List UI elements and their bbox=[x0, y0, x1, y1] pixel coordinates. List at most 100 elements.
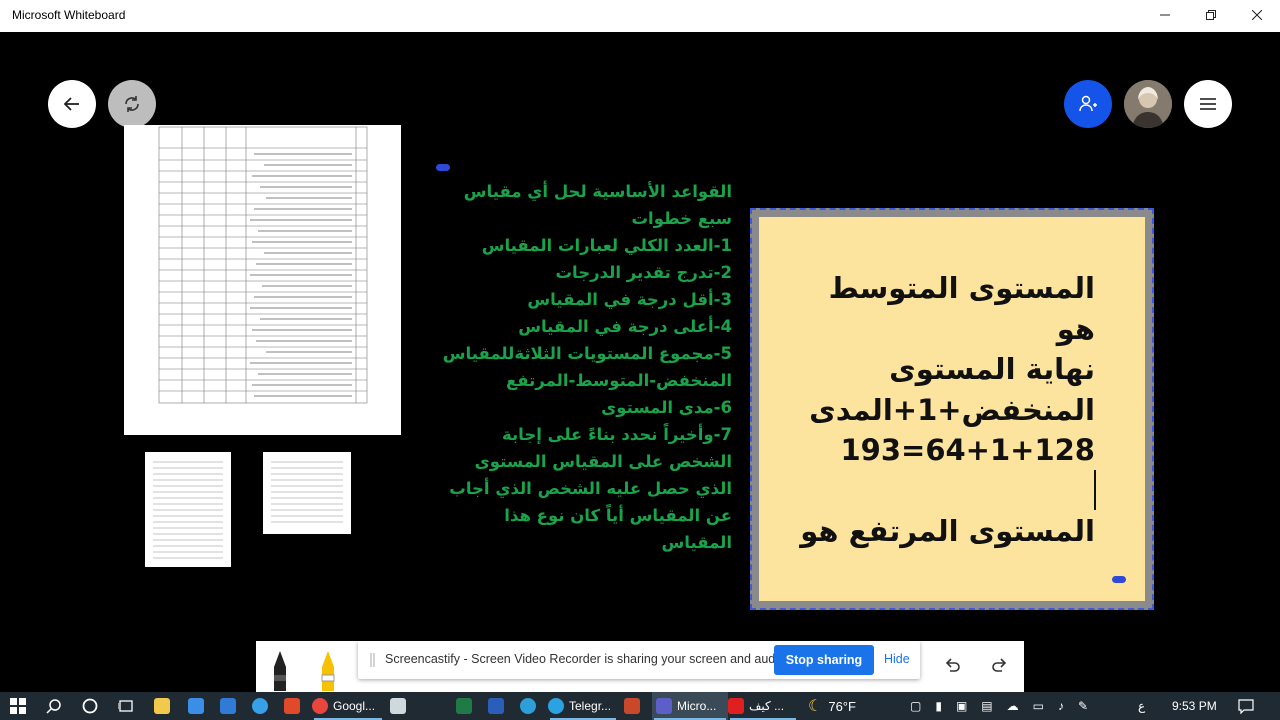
moon-icon: ☾ bbox=[808, 698, 823, 715]
taskbar-item-whiteboard[interactable]: Micro... bbox=[652, 692, 728, 720]
screen-sharing-bar: Screencastify - Screen Video Recorder is… bbox=[358, 641, 920, 679]
restore-icon bbox=[1206, 10, 1216, 20]
chrome-icon bbox=[312, 698, 328, 714]
green-line: 7-وأخيراً نحدد بناءً على إجابة bbox=[501, 425, 732, 444]
task-view-button[interactable] bbox=[118, 692, 134, 720]
note-line: المستوى المتوسط bbox=[828, 271, 1095, 305]
taskbar-item-pdf[interactable]: كيف ... bbox=[728, 692, 798, 720]
sync-icon bbox=[125, 96, 139, 112]
green-line: الشخص على المقياس المستوى bbox=[474, 452, 732, 471]
cortana-button[interactable] bbox=[82, 692, 98, 720]
green-line: 5-مجموع المستويات الثلاثةللمقياس bbox=[442, 344, 732, 363]
word-button[interactable] bbox=[488, 692, 509, 720]
green-line: سبع خطوات bbox=[631, 209, 732, 228]
excel-button[interactable] bbox=[456, 692, 477, 720]
sharing-message: Screencastify - Screen Video Recorder is… bbox=[385, 652, 789, 666]
app-button[interactable] bbox=[390, 692, 411, 720]
start-button[interactable] bbox=[10, 692, 26, 720]
powerpoint-icon bbox=[624, 698, 640, 714]
arrow-left-icon bbox=[63, 97, 79, 111]
taskbar-item-chrome[interactable]: Googl... bbox=[312, 692, 384, 720]
folder-icon bbox=[154, 698, 170, 714]
user-avatar[interactable] bbox=[1124, 80, 1172, 128]
back-button[interactable] bbox=[48, 80, 96, 128]
sync-button[interactable] bbox=[108, 80, 156, 128]
network-icon: ▭ bbox=[1032, 699, 1044, 713]
minimize-button[interactable] bbox=[1142, 0, 1188, 32]
hide-button[interactable]: Hide bbox=[884, 652, 910, 666]
taskbar-label: Telegr... bbox=[569, 699, 612, 713]
browser-button[interactable] bbox=[252, 692, 273, 720]
tray-icon: ▣ bbox=[955, 699, 968, 713]
language-indicator[interactable]: ع bbox=[1138, 692, 1145, 720]
telegram-icon bbox=[548, 698, 564, 714]
green-line: 1-العدد الكلي لعبارات المقياس bbox=[481, 236, 732, 255]
green-line: الذي حصل عليه الشخص الذي أجاب bbox=[449, 479, 732, 498]
drag-handle-icon[interactable] bbox=[370, 653, 376, 667]
tray-icon: ▢ bbox=[910, 699, 922, 713]
clock-time: 9:53 PM bbox=[1172, 699, 1217, 713]
office-button[interactable] bbox=[284, 692, 305, 720]
title-bar: Microsoft Whiteboard bbox=[0, 0, 1280, 32]
powerpoint-button[interactable] bbox=[624, 692, 645, 720]
note-line bbox=[775, 471, 1095, 511]
office-icon bbox=[284, 698, 300, 714]
pen-tray-icon: ✎ bbox=[1077, 699, 1089, 713]
close-button[interactable] bbox=[1234, 0, 1280, 32]
weather-temp: 76°F bbox=[828, 698, 856, 714]
pen-icon[interactable] bbox=[268, 649, 292, 691]
mail-icon bbox=[220, 698, 236, 714]
avatar-icon bbox=[1124, 80, 1172, 128]
cortana-icon bbox=[82, 698, 98, 714]
browser-icon bbox=[252, 698, 268, 714]
green-text-block[interactable]: القواعد الأساسية لحل أي مقياس سبع خطوات … bbox=[432, 178, 732, 556]
note-line: المستوى المرتفع هو bbox=[800, 513, 1095, 548]
language-label: ع bbox=[1138, 699, 1146, 713]
menu-button[interactable] bbox=[1184, 80, 1232, 128]
green-line: عن المقياس أياً كان نوع هذا bbox=[504, 506, 732, 525]
redo-icon[interactable] bbox=[990, 655, 1010, 675]
tray-icon: ▮ bbox=[935, 699, 942, 713]
store-button[interactable] bbox=[188, 692, 209, 720]
questionnaire-page-image[interactable] bbox=[124, 125, 401, 435]
edge-icon bbox=[520, 698, 536, 714]
page-thumbnail-1[interactable] bbox=[145, 452, 231, 567]
note-line: 193=64+1+128 bbox=[840, 433, 1095, 468]
resize-handle[interactable] bbox=[1112, 576, 1126, 583]
green-line: 6-مدى المستوى bbox=[601, 398, 732, 417]
page-thumbnail-2[interactable] bbox=[263, 452, 351, 534]
weather-widget[interactable]: ☾ 76°F bbox=[808, 692, 856, 720]
taskbar-label: كيف ... bbox=[749, 699, 785, 713]
highlighter-icon[interactable] bbox=[316, 649, 340, 691]
tray-icons[interactable]: ▢ ▮ ▣ ▤ ☁ ▭ ♪ ✎ bbox=[910, 692, 1102, 720]
close-icon bbox=[1251, 9, 1263, 21]
thumbnail-image bbox=[153, 461, 223, 559]
taskbar-item-telegram[interactable]: Telegr... bbox=[548, 692, 618, 720]
tray-icon: ▤ bbox=[981, 699, 993, 713]
taskbar-label: Micro... bbox=[677, 699, 717, 713]
undo-icon[interactable] bbox=[942, 655, 962, 675]
green-line: المقياس bbox=[661, 533, 733, 552]
stop-sharing-button[interactable]: Stop sharing bbox=[774, 645, 874, 675]
hamburger-menu-icon bbox=[1200, 98, 1216, 110]
clock[interactable]: 9:53 PM bbox=[1172, 692, 1217, 720]
edge-button[interactable] bbox=[520, 692, 541, 720]
mail-button[interactable] bbox=[220, 692, 241, 720]
selection-handle[interactable] bbox=[436, 164, 450, 171]
windows-taskbar: Googl... Telegr... Micro... كيف ... ☾ 76… bbox=[0, 692, 1280, 720]
file-explorer-button[interactable] bbox=[154, 692, 175, 720]
note-line: المنخفض+1+المدى bbox=[809, 392, 1095, 427]
invite-button[interactable] bbox=[1064, 80, 1112, 128]
green-line: القواعد الأساسية لحل أي مقياس bbox=[463, 182, 732, 201]
sticky-note-text[interactable]: المستوى المتوسط هو نهاية المستوى المنخفض… bbox=[775, 268, 1095, 552]
pdf-icon bbox=[728, 698, 744, 714]
minimize-icon bbox=[1160, 14, 1170, 16]
notifications-button[interactable] bbox=[1238, 692, 1254, 720]
search-button[interactable] bbox=[46, 692, 62, 720]
excel-icon bbox=[456, 698, 472, 714]
restore-button[interactable] bbox=[1188, 0, 1234, 32]
volume-icon: ♪ bbox=[1057, 699, 1064, 713]
thumbnail-image bbox=[271, 461, 343, 523]
note-line: نهاية المستوى bbox=[889, 352, 1095, 387]
task-view-icon bbox=[118, 700, 133, 712]
